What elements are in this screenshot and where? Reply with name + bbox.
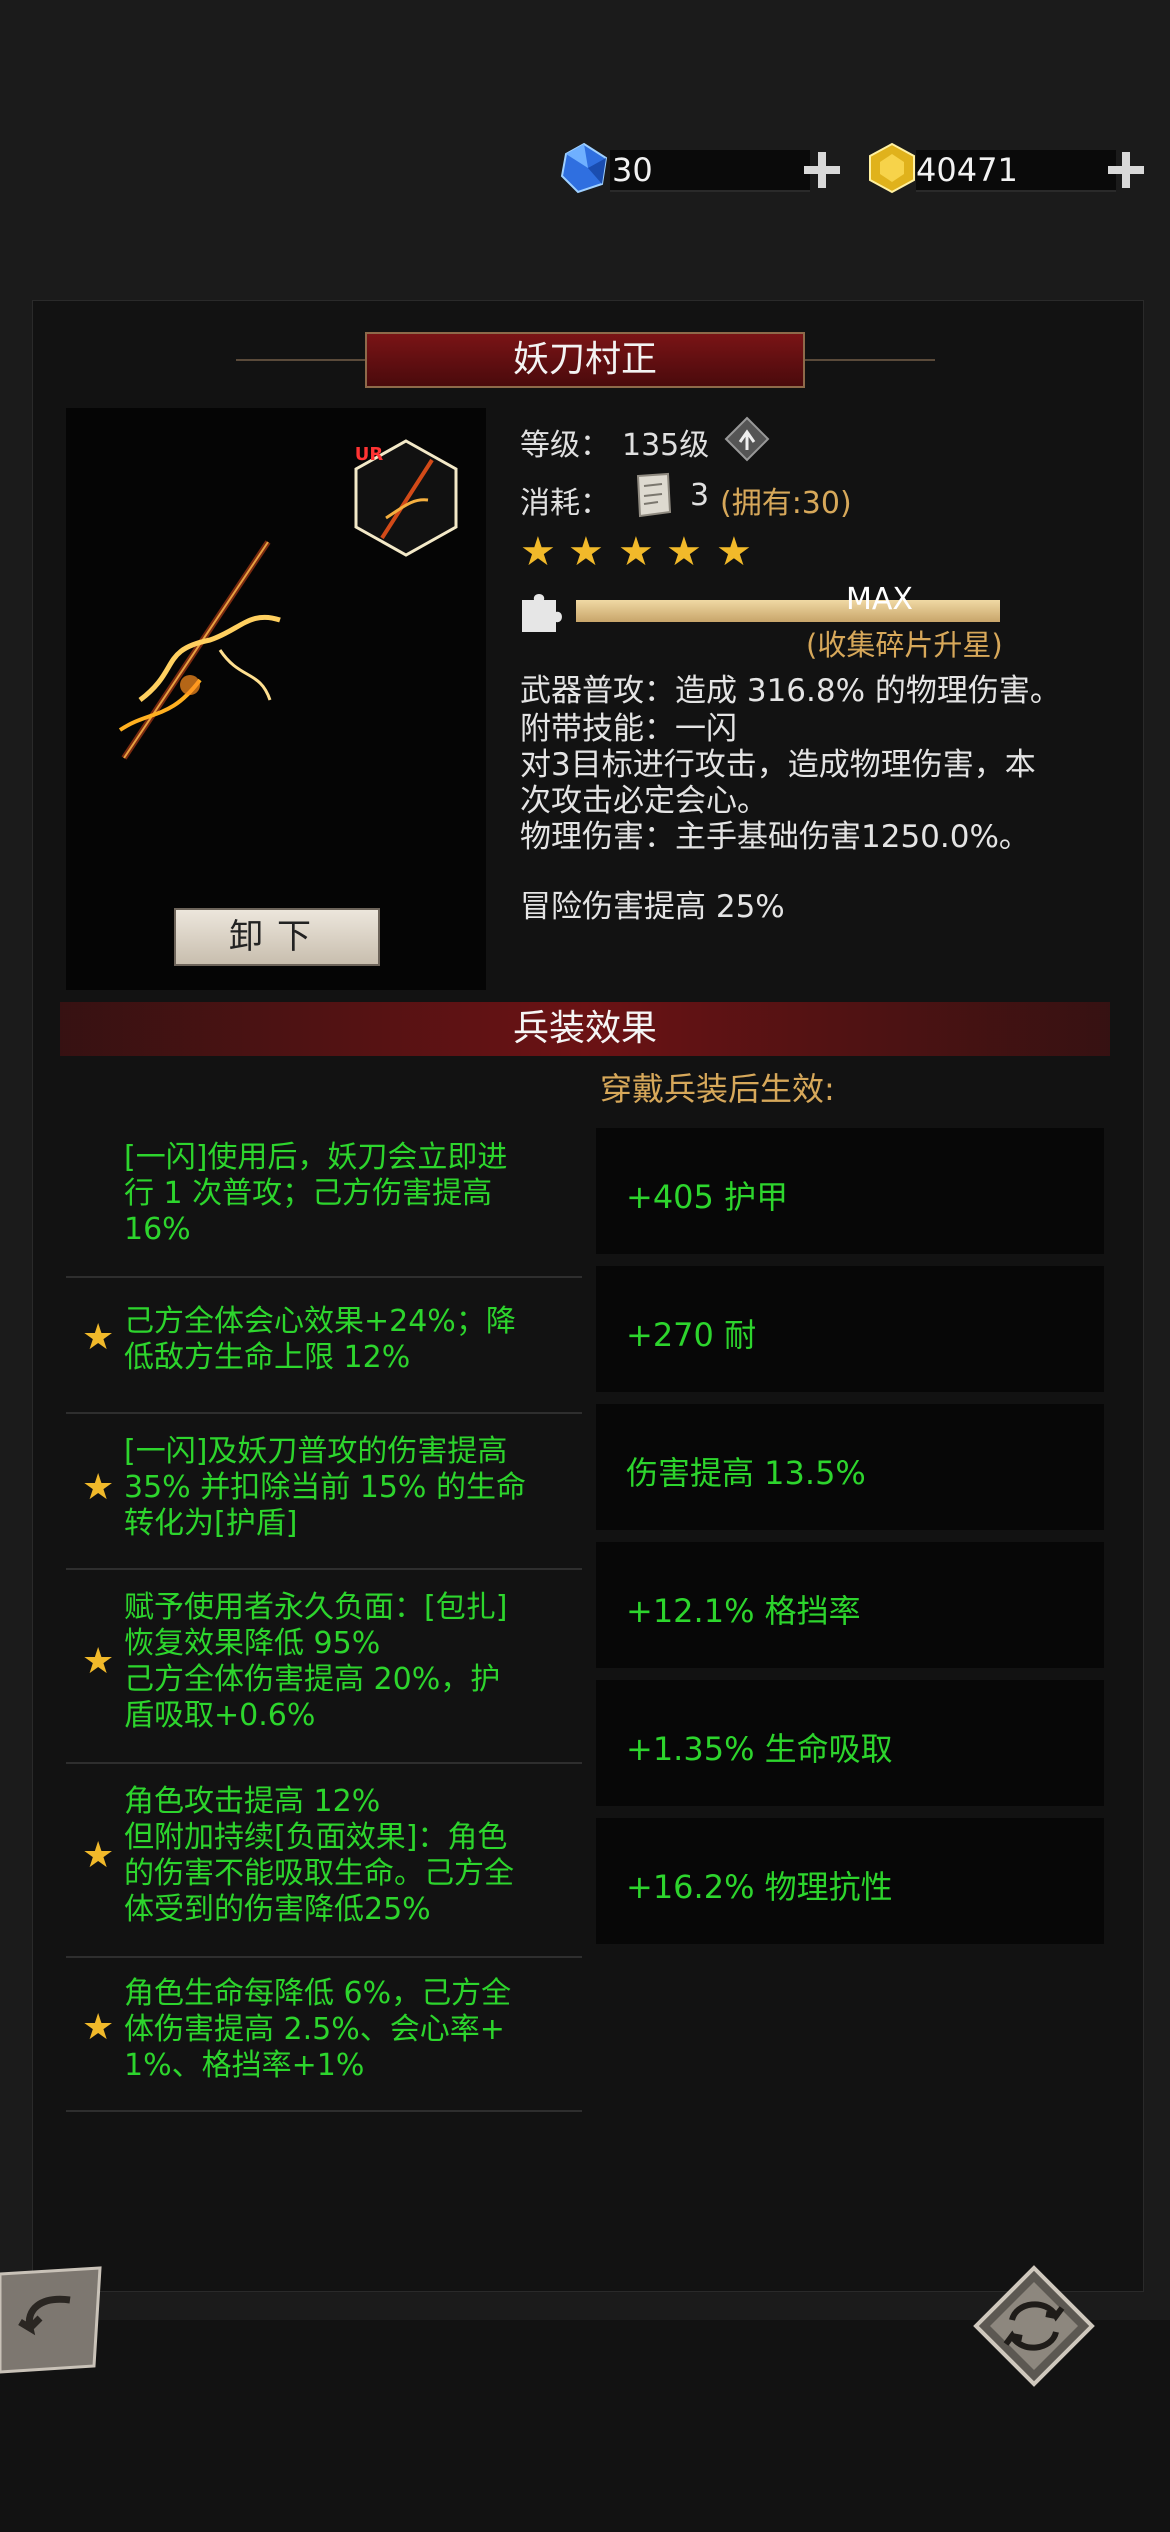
sword-image [100,530,320,770]
back-button[interactable] [0,2266,106,2376]
gem-icon [558,142,610,194]
effect-3-line-2: 35% 并扣除当前 15% 的生命 [124,1470,526,1505]
effect-divider [66,1762,582,1764]
stat-block-rate: +12.1% 格挡率 [626,1592,861,1630]
effect-6-line-2: 体伤害提高 2.5%、会心率+ [124,2012,505,2047]
stat-endurance: +270 耐 [626,1316,757,1354]
gold-gem-icon [866,142,918,194]
star-progress-fill [576,600,1000,622]
effect-6-line-3: 1%、格挡率+1% [124,2048,365,2083]
cost-label: 消耗： [520,486,610,521]
skill-desc-5: 物理伤害：主手基础伤害1250.0%。 [520,819,1030,855]
refresh-button[interactable] [972,2264,1096,2388]
stat-lifesteal: +1.35% 生命吸取 [626,1730,893,1768]
puzzle-icon [516,586,566,636]
level-value: 135级 [622,428,710,463]
stat-armor: +405 护甲 [626,1178,789,1216]
progress-hint: (收集碎片升星) [806,628,1003,662]
effect-5-line-4: 体受到的伤害降低25% [124,1892,431,1927]
effect-1-line-2: 行 1 次普攻；己方伤害提高 [124,1176,493,1211]
rarity-badge: UR [354,444,384,465]
unequip-button[interactable]: 卸下 [174,908,380,966]
star-icon: ★ [666,529,702,575]
fragment-icon [632,472,674,518]
gem-count: 30 [612,151,653,189]
effect-4-line-1: 赋予使用者永久负面：[包扎] [124,1590,508,1625]
skill-desc-4: 次攻击必定会心。 [520,783,768,819]
skill-desc-1: 武器普攻：造成 316.8% 的物理伤害。 [520,673,1061,709]
effects-subtitle: 穿戴兵装后生效: [600,1070,835,1108]
star-icon: ★ [82,1317,115,1358]
effect-divider [66,2110,582,2112]
effect-3-line-1: [一闪]及妖刀普攻的伤害提高 [124,1434,508,1469]
stat-damage: 伤害提高 13.5% [626,1454,866,1492]
effect-6-line-1: 角色生命每降低 6%，己方全 [124,1976,512,2011]
star-icon: ★ [82,1467,115,1508]
effect-4-line-2: 恢复效果降低 95% [124,1626,381,1661]
title-divider-right [805,359,935,361]
add-gem-button[interactable] [802,150,842,190]
bonus-text: 冒险伤害提高 25% [520,889,785,925]
cost-owned: (拥有:30) [720,486,852,521]
effects-title: 兵装效果 [512,1008,657,1049]
item-title: 妖刀村正 [512,339,657,380]
title-divider-left [236,359,366,361]
effect-divider [66,1956,582,1958]
star-icon: ★ [82,2007,115,2048]
effect-1-line-3: 16% [124,1212,191,1247]
gold-count: 40471 [916,151,1018,189]
cost-quantity: 3 [690,478,710,513]
effect-3-line-3: 转化为[护盾] [124,1506,298,1541]
star-icon: ★ [520,529,556,575]
effect-divider [66,1568,582,1570]
progress-max-label: MAX [846,582,913,617]
effect-5-line-3: 的伤害不能吸取生命。己方全 [124,1856,514,1891]
skill-desc-3: 对3目标进行攻击，造成物理伤害，本 [520,747,1036,783]
star-icon: ★ [82,1641,115,1682]
upgrade-arrow-icon[interactable] [724,416,770,462]
star-icon: ★ [568,529,604,575]
star-icon: ★ [82,1835,115,1876]
effect-5-line-2: 但附加持续[负面效果]：角色 [124,1820,508,1855]
effect-4-line-4: 盾吸取+0.6% [124,1698,316,1733]
effect-4-line-3: 己方全体伤害提高 20%，护 [124,1662,501,1697]
effect-2-line-1: 己方全体会心效果+24%；降 [124,1304,516,1339]
effect-divider [66,1412,582,1414]
star-icon: ★ [716,529,752,575]
effect-5-line-1: 角色攻击提高 12% [124,1784,381,1819]
stat-phys-resist: +16.2% 物理抗性 [626,1868,893,1906]
star-icon: ★ [618,529,654,575]
effect-2-line-2: 低敌方生命上限 12% [124,1340,411,1375]
effect-divider [66,1276,582,1278]
skill-desc-2: 附带技能：一闪 [520,711,737,747]
level-label: 等级： [520,428,610,463]
effect-1-line-1: [一闪]使用后，妖刀会立即进 [124,1140,508,1175]
add-gold-button[interactable] [1106,150,1146,190]
